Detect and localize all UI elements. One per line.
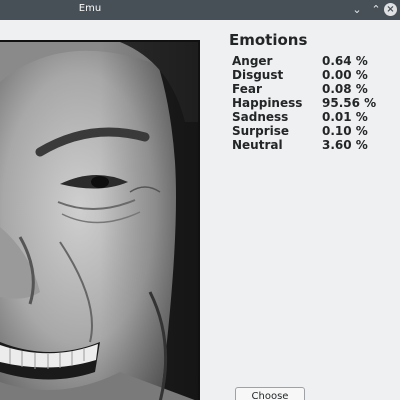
face-image-view	[0, 40, 200, 400]
choose-image-button[interactable]: Choose Image	[235, 387, 305, 400]
emotion-row-anger: Anger 0.64 %	[232, 54, 392, 68]
emotion-row-surprise: Surprise 0.10 %	[232, 124, 392, 138]
face-photo	[0, 42, 198, 400]
emotion-row-happiness: Happiness 95.56 %	[232, 96, 392, 110]
emotion-row-disgust: Disgust 0.00 %	[232, 68, 392, 82]
emotion-label: Anger	[232, 54, 273, 68]
minimize-button[interactable]: ⌄	[348, 1, 366, 19]
emotion-value: 0.08 %	[322, 82, 368, 96]
emotion-value: 0.00 %	[322, 68, 368, 82]
emotions-heading: Emotions	[229, 31, 308, 49]
emotion-label: Disgust	[232, 68, 284, 82]
emotion-row-sadness: Sadness 0.01 %	[232, 110, 392, 124]
window-title: Emu	[78, 3, 102, 14]
emotion-row-neutral: Neutral 3.60 %	[232, 138, 392, 152]
emotions-table: Anger 0.64 % Disgust 0.00 % Fear 0.08 % …	[232, 54, 392, 152]
emotion-row-fear: Fear 0.08 %	[232, 82, 392, 96]
emotion-label: Neutral	[232, 138, 283, 152]
emotion-value: 3.60 %	[322, 138, 368, 152]
emotion-label: Happiness	[232, 96, 303, 110]
close-button[interactable]: ×	[384, 3, 397, 16]
emotion-label: Fear	[232, 82, 262, 96]
maximize-button[interactable]: ⌃	[367, 1, 385, 19]
app-window: Emu ⌄ ⌃ × Emotions Anger 0.64 % Disgust …	[0, 0, 400, 400]
emotion-value: 0.64 %	[322, 54, 368, 68]
emotion-label: Surprise	[232, 124, 290, 138]
title-bar[interactable]: Emu ⌄ ⌃ ×	[0, 0, 400, 20]
emotion-value: 0.10 %	[322, 124, 368, 138]
emotion-label: Sadness	[232, 110, 289, 124]
emotion-value: 95.56 %	[322, 96, 377, 110]
emotion-value: 0.01 %	[322, 110, 368, 124]
